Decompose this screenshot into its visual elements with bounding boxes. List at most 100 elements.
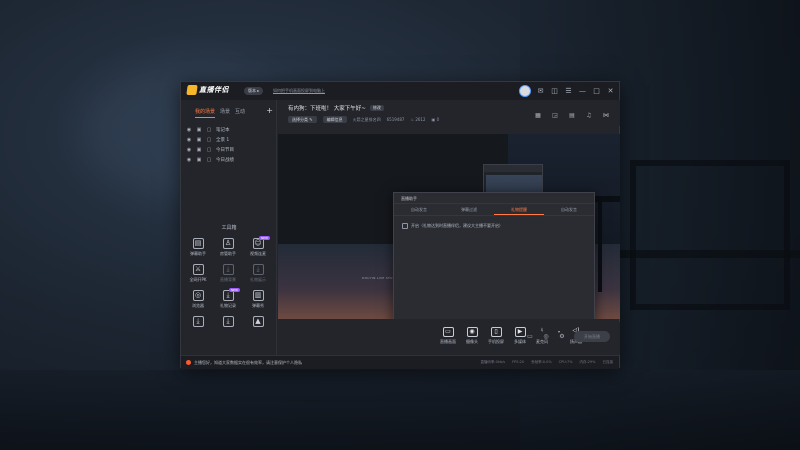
status-memory: 内存:29%	[579, 360, 596, 364]
tool-extra-1[interactable]: ⤓	[183, 316, 213, 327]
avatar[interactable]	[519, 85, 531, 97]
scene-name: 笔记本	[216, 128, 230, 133]
scene-name: 今日战绩	[216, 158, 234, 163]
settings-icon[interactable]: ☰	[564, 87, 573, 96]
share-icon[interactable]: ⋈	[602, 112, 610, 120]
app-name: 直播伴侣	[199, 86, 229, 94]
tool-label: 弹幕秀	[252, 303, 264, 308]
inner-title-bar	[484, 165, 542, 172]
status-bar: 主播您好，知道大家数据实在很有效率，请注意保护个人隐私 直播码率:0kb/s F…	[181, 355, 619, 369]
tool-label: 全网开PK	[189, 277, 207, 282]
enable-checkbox[interactable]	[402, 223, 408, 229]
scene-item[interactable]: ◉ ▣ ▢ 笔记本	[181, 125, 276, 135]
new-badge: NEW	[258, 236, 270, 240]
tool-gift-show[interactable]: ⤓ 礼物展示	[243, 264, 273, 283]
layout-icon[interactable]: ▦	[534, 112, 542, 120]
eye-icon[interactable]: ◉	[186, 127, 192, 133]
scene-item[interactable]: ◉ ▣ ▢ 今日战绩	[181, 155, 276, 165]
tab-my-scenes[interactable]: 我的场景	[195, 108, 216, 118]
dialog-title: 直播助手	[394, 193, 594, 204]
control-label: 直播画面	[440, 339, 456, 344]
control-label: 摄像头	[466, 339, 478, 344]
tool-browser[interactable]: ◎ 浏览器	[183, 290, 213, 309]
eye-icon[interactable]: ◎	[542, 333, 550, 341]
tab-scenes[interactable]: 场景	[220, 108, 230, 118]
lock-icon[interactable]: ▣	[196, 137, 202, 143]
dialog-tabs: 自动发言 弹幕过滤 礼物提醒 自动发言	[394, 204, 594, 216]
version-label: 版本	[248, 88, 256, 93]
tool-video-call[interactable]: NEW ☺ 视频连麦	[243, 236, 273, 257]
tool-danmaku-show[interactable]: ▥ 弹幕秀	[243, 290, 273, 309]
screen-capture-button[interactable]: ▭ 直播画面	[440, 327, 456, 345]
scene-name: 今日节目	[216, 148, 234, 153]
tool-label: 房管助手	[220, 251, 236, 256]
close-icon[interactable]: ✕	[606, 87, 615, 96]
notice-link[interactable]: 如何把手机画面投屏到电脑上	[273, 88, 325, 94]
calendar-icon[interactable]: ▤	[568, 112, 576, 120]
scene-item[interactable]: ◉ ▣ ▢ 今日节目	[181, 145, 276, 155]
add-scene-button[interactable]: +	[266, 106, 273, 115]
maximize-icon[interactable]: □	[592, 87, 601, 96]
skin-icon[interactable]: ◫	[550, 87, 559, 96]
bell-icon[interactable]: ♫	[585, 112, 593, 120]
message-icon[interactable]: ✉	[536, 87, 545, 96]
rank-text: 火箭之星排名四	[352, 116, 381, 122]
version-button[interactable]: 版本 ▸	[244, 87, 264, 95]
tool-label: 视频连麦	[250, 251, 266, 256]
gear-icon[interactable]: ⚙	[558, 333, 566, 341]
tab-interactive[interactable]: 互动	[235, 108, 245, 118]
dialog-tab-gift-reminder[interactable]: 礼物提醒	[494, 204, 544, 215]
scene-name: 全景 1	[216, 138, 230, 143]
live-preview[interactable]: DOUYIN LIVE STUDIO 直播助手 自动发言 弹幕过滤 礼物提醒 自…	[278, 134, 620, 319]
record-icon[interactable]: ▭	[526, 333, 534, 341]
scene-list: ◉ ▣ ▢ 笔记本 ◉ ▣ ▢ 全景 1 ◉ ▣ ▢ 今日节目 ◉ ▣ ▢ 今日…	[181, 125, 276, 165]
category-button[interactable]: 选择分类 ✎	[288, 116, 317, 123]
minimize-icon[interactable]: —	[578, 87, 587, 96]
lock-icon[interactable]: ▣	[196, 147, 202, 153]
media-icon: ▶	[514, 327, 526, 337]
tool-extra-2[interactable]: ⤓	[213, 316, 243, 327]
chart-icon: ▥	[252, 290, 264, 301]
phone-cast-button[interactable]: ▯ 手机投屏	[488, 327, 504, 345]
modify-button[interactable]: 修改	[369, 105, 384, 111]
camera-icon: ◉	[466, 327, 478, 337]
tool-danmaku[interactable]: ▤ 弹幕助手	[183, 238, 213, 257]
room-id: 6519487	[386, 117, 405, 122]
lock-icon[interactable]: ▣	[196, 157, 202, 163]
tool-background[interactable]: ⤓ 直播背景	[213, 264, 243, 283]
eye-icon[interactable]: ◉	[186, 147, 192, 153]
status-connection: 已连接	[602, 360, 614, 364]
room-title-row: 有内狗：下班啦！ 大家下午好~ 修改	[288, 104, 610, 112]
tool-extra-3[interactable]: ▲	[243, 316, 273, 327]
eye-icon[interactable]: ◉	[186, 157, 192, 163]
status-fps: FPS:20	[512, 360, 525, 364]
tool-pk[interactable]: ⚔ 全网开PK	[183, 264, 213, 283]
status-message: 主播您好，知道大家数据实在很有效率，请注意保护个人隐私	[194, 359, 302, 365]
screenshot-icon[interactable]: ◲	[551, 112, 559, 120]
media-button[interactable]: ▶ 多媒体	[514, 327, 526, 345]
scene-type-icon: ▢	[206, 147, 212, 153]
category-label: 选择分类	[292, 117, 308, 122]
tool-gift-record[interactable]: NEW ⤓ 礼物记录	[213, 288, 243, 309]
start-live-button[interactable]: 开始直播	[574, 331, 610, 342]
user-icon: ♙	[222, 238, 234, 249]
sidebar-tabs: 我的场景 场景 互动	[181, 100, 276, 118]
edit-info-button[interactable]: 编辑信息	[322, 116, 347, 123]
scene-item[interactable]: ◉ ▣ ▢ 全景 1	[181, 135, 276, 145]
tool-label: 直播背景	[220, 277, 236, 282]
tool-room-admin[interactable]: ♙ 房管助手	[213, 238, 243, 257]
app-window: 直播伴侣 版本 ▸ 如何把手机画面投屏到电脑上 ✉ ◫ ☰ — □ ✕ 我的场景…	[180, 81, 620, 369]
camera-button[interactable]: ◉ 摄像头	[466, 327, 478, 345]
lock-icon[interactable]: ▣	[196, 127, 202, 133]
logo-icon	[186, 85, 198, 95]
eye-icon[interactable]: ◉	[186, 137, 192, 143]
dialog-tab[interactable]: 自动发言	[394, 204, 444, 215]
dialog-body: 开启（礼物达到时直播伴侣，建议大主播不要开启）	[394, 216, 594, 236]
download-icon: ⤓	[222, 316, 234, 327]
download-icon: ⤓	[192, 316, 204, 327]
dialog-tab[interactable]: 自动发言	[544, 204, 594, 215]
control-label: 手机投屏	[488, 339, 504, 344]
bg-floor	[0, 370, 800, 450]
warning-icon	[186, 360, 191, 365]
dialog-tab[interactable]: 弹幕过滤	[444, 204, 494, 215]
